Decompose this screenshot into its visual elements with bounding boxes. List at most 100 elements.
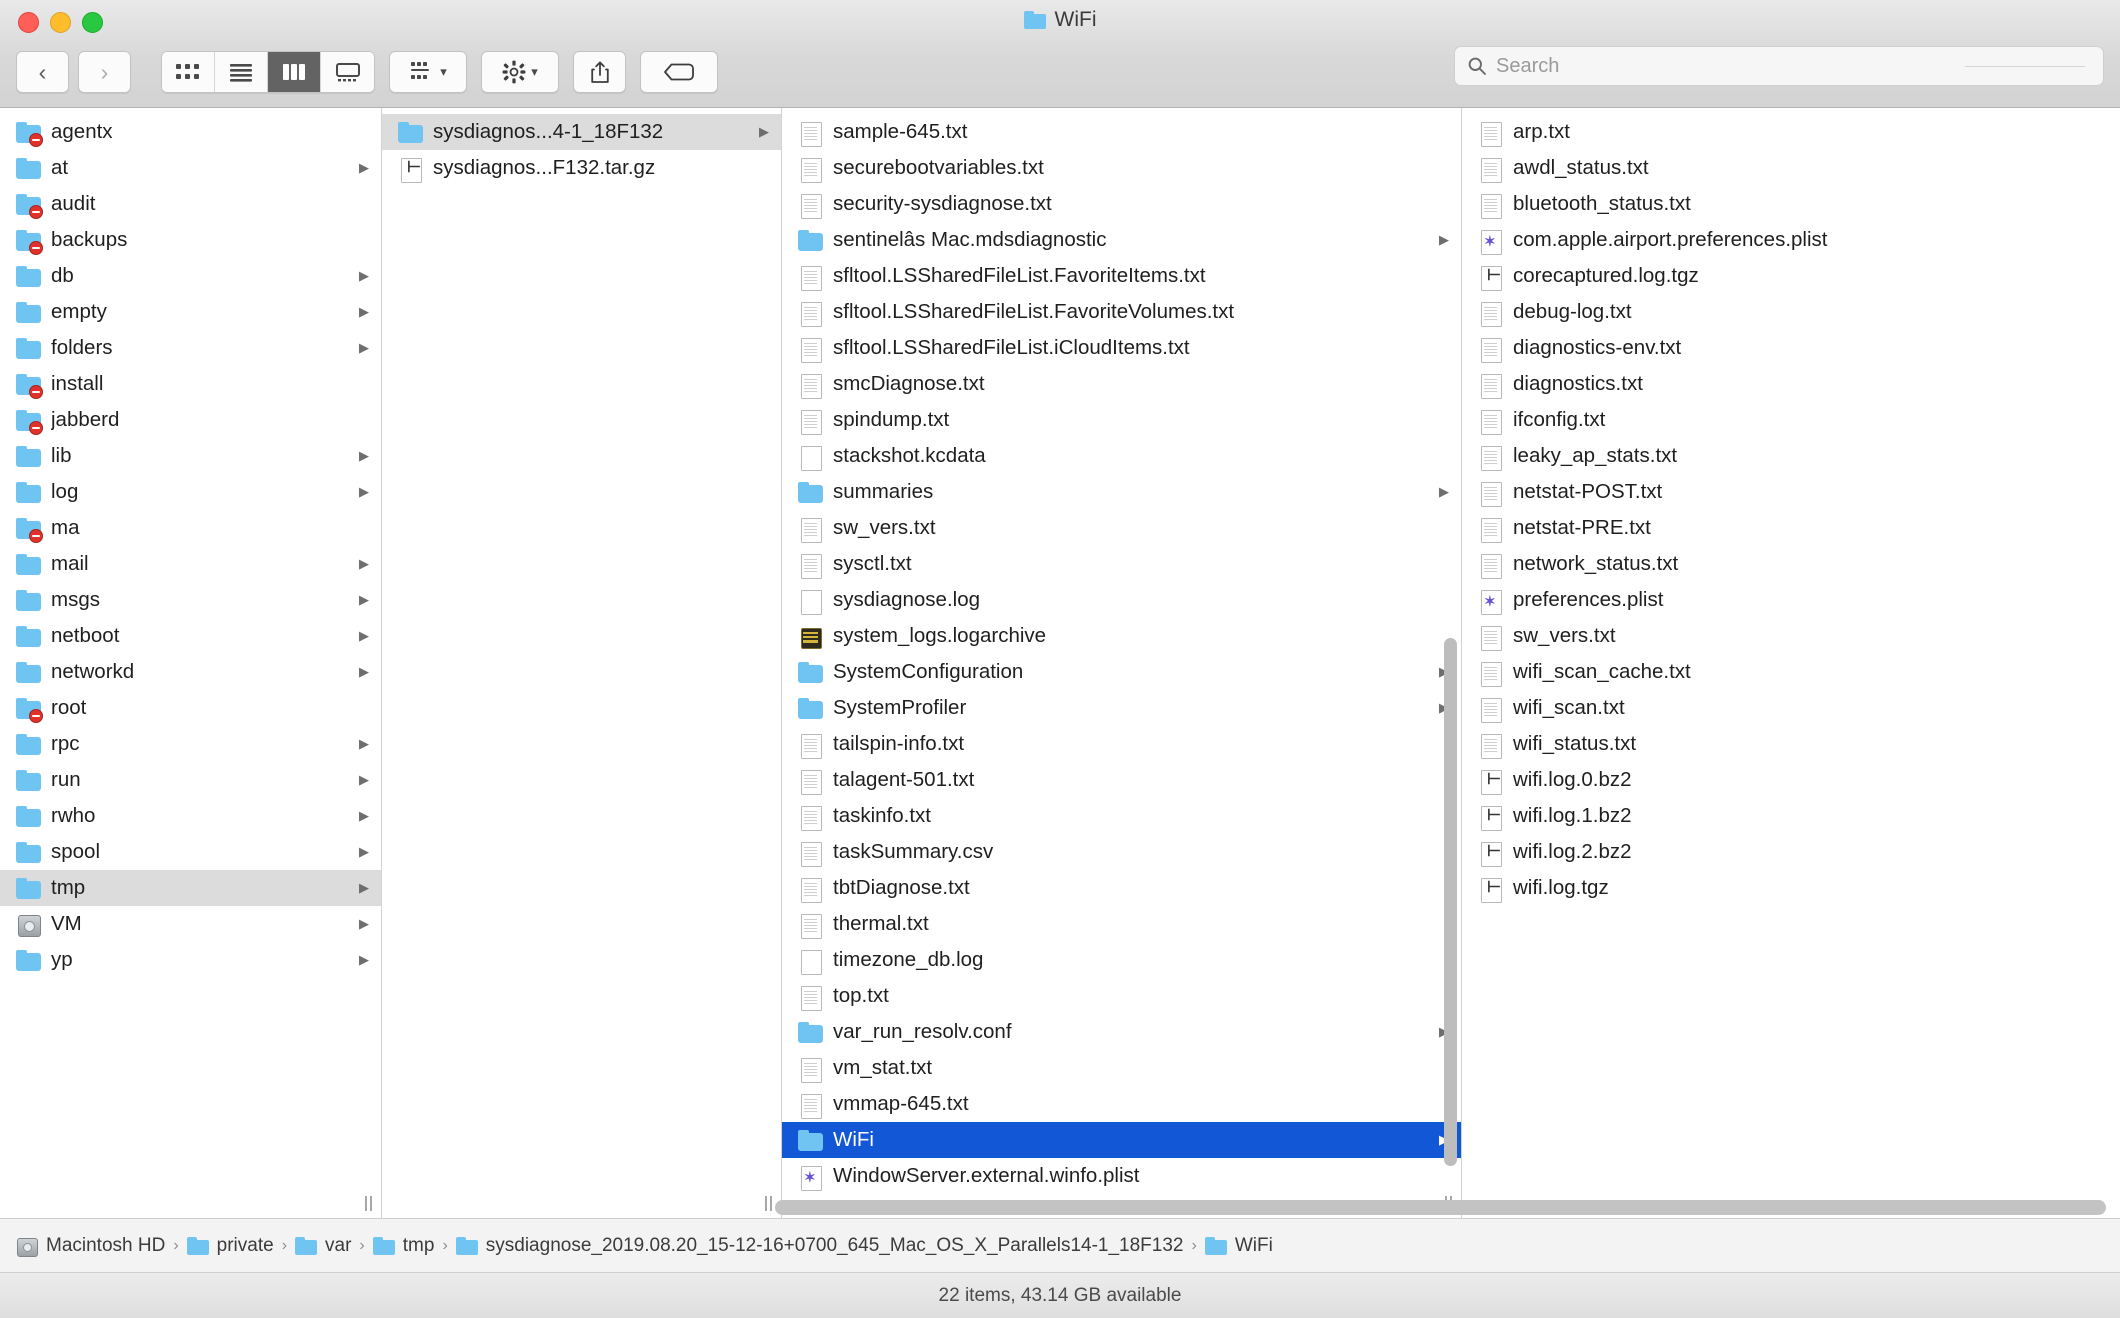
list-item[interactable]: system_logs.logarchive (782, 618, 1461, 654)
list-item[interactable]: at ▶ (0, 150, 381, 186)
list-item[interactable]: rpc ▶ (0, 726, 381, 762)
list-item[interactable]: ifconfig.txt (1462, 402, 2120, 438)
list-view-button[interactable] (215, 52, 268, 92)
list-item[interactable]: ⊢ wifi.log.1.bz2 (1462, 798, 2120, 834)
list-item[interactable]: taskSummary.csv (782, 834, 1461, 870)
list-item[interactable]: wifi_status.txt (1462, 726, 2120, 762)
breadcrumb-item[interactable]: var (295, 1235, 351, 1257)
list-item[interactable]: netstat-POST.txt (1462, 474, 2120, 510)
column-var[interactable]: agentx at ▶ audit backups db ▶ empty ▶ folders ▶ in… (0, 108, 382, 1218)
list-item[interactable]: SystemConfiguration▶ (782, 654, 1461, 690)
column-tmp[interactable]: sysdiagnos...4-1_18F132 ▶ ⊢ sysdiagnos...F1… (382, 108, 782, 1218)
column-view-button[interactable] (268, 52, 321, 92)
gallery-view-button[interactable] (321, 52, 374, 92)
breadcrumb-item[interactable]: sysdiagnose_2019.08.20_15-12-16+0700_645… (455, 1235, 1184, 1257)
list-item[interactable]: netstat-PRE.txt (1462, 510, 2120, 546)
list-item[interactable]: ✶ preferences.plist (1462, 582, 2120, 618)
forward-button[interactable]: › (78, 51, 131, 93)
list-item[interactable]: db ▶ (0, 258, 381, 294)
list-item[interactable]: ma (0, 510, 381, 546)
list-item[interactable]: msgs ▶ (0, 582, 381, 618)
back-button[interactable]: ‹ (16, 51, 69, 93)
list-item[interactable]: run ▶ (0, 762, 381, 798)
list-item[interactable]: security-sysdiagnose.txt (782, 186, 1461, 222)
breadcrumb-item[interactable]: Macintosh HD (16, 1235, 165, 1257)
tags-button[interactable] (640, 51, 718, 93)
list-item[interactable]: leaky_ap_stats.txt (1462, 438, 2120, 474)
list-item[interactable]: stackshot.kcdata (782, 438, 1461, 474)
list-item[interactable]: taskinfo.txt (782, 798, 1461, 834)
list-item[interactable]: VM ▶ (0, 906, 381, 942)
breadcrumb-item[interactable]: private (186, 1235, 274, 1257)
list-item[interactable]: spool ▶ (0, 834, 381, 870)
list-item[interactable]: lib ▶ (0, 438, 381, 474)
search-field[interactable]: Search (1454, 46, 2104, 86)
list-item[interactable]: debug-log.txt (1462, 294, 2120, 330)
icon-view-button[interactable] (162, 52, 215, 92)
list-item[interactable]: sentinelâs Mac.mdsdiagnostic ▶ (782, 222, 1461, 258)
list-item[interactable]: sw_vers.txt (782, 510, 1461, 546)
list-item[interactable]: sample-645.txt (782, 114, 1461, 150)
list-item[interactable]: var_run_resolv.conf▶ (782, 1014, 1461, 1050)
list-item[interactable]: SystemProfiler▶ (782, 690, 1461, 726)
list-item[interactable]: smcDiagnose.txt (782, 366, 1461, 402)
list-item[interactable]: tbtDiagnose.txt (782, 870, 1461, 906)
list-item[interactable]: ⊢ wifi.log.2.bz2 (1462, 834, 2120, 870)
list-item[interactable]: talagent-501.txt (782, 762, 1461, 798)
column-vertical-scrollbar[interactable] (1444, 638, 1457, 1166)
list-item[interactable]: thermal.txt (782, 906, 1461, 942)
list-item[interactable]: sysctl.txt (782, 546, 1461, 582)
list-item[interactable]: ✶ WindowServer.external.winfo.plist (782, 1158, 1461, 1194)
list-item[interactable]: vmmap-645.txt (782, 1086, 1461, 1122)
list-item[interactable]: wifi_scan.txt (1462, 690, 2120, 726)
list-item[interactable]: audit (0, 186, 381, 222)
list-item[interactable]: arp.txt (1462, 114, 2120, 150)
list-item[interactable]: backups (0, 222, 381, 258)
list-item[interactable]: sysdiagnose.log (782, 582, 1461, 618)
list-item[interactable]: ⊢ wifi.log.tgz (1462, 870, 2120, 906)
list-item[interactable]: sfltool.LSSharedFileList.FavoriteItems.t… (782, 258, 1461, 294)
group-by-button[interactable]: ▾ (389, 51, 467, 93)
list-item[interactable]: networkd ▶ (0, 654, 381, 690)
list-item[interactable]: agentx (0, 114, 381, 150)
list-item[interactable]: empty ▶ (0, 294, 381, 330)
list-item[interactable]: network_status.txt (1462, 546, 2120, 582)
list-item[interactable]: summaries ▶ (782, 474, 1461, 510)
horizontal-scrollbar[interactable] (775, 1200, 2106, 1215)
list-item[interactable]: sfltool.LSSharedFileList.iCloudItems.txt (782, 330, 1461, 366)
list-item[interactable]: netboot ▶ (0, 618, 381, 654)
list-item[interactable]: timezone_db.log (782, 942, 1461, 978)
list-item[interactable]: mail ▶ (0, 546, 381, 582)
list-item[interactable]: rwho ▶ (0, 798, 381, 834)
list-item[interactable]: WiFi▶ (782, 1122, 1461, 1158)
list-item[interactable]: sysdiagnos...4-1_18F132 ▶ (382, 114, 781, 150)
list-item[interactable]: securebootvariables.txt (782, 150, 1461, 186)
list-item[interactable]: tmp ▶ (0, 870, 381, 906)
column-sysdiagnose[interactable]: sample-645.txt securebootvariables.txt sec… (782, 108, 1462, 1218)
column-resize-grip[interactable] (361, 1194, 375, 1212)
share-button[interactable] (573, 51, 626, 93)
list-item[interactable]: top.txt (782, 978, 1461, 1014)
breadcrumb-item[interactable]: WiFi (1204, 1235, 1273, 1257)
list-item[interactable]: diagnostics.txt (1462, 366, 2120, 402)
action-menu-button[interactable]: ▾ (481, 51, 559, 93)
list-item[interactable]: jabberd (0, 402, 381, 438)
column-wifi[interactable]: arp.txt awdl_status.txt bluetooth_status.t… (1462, 108, 2120, 1218)
list-item[interactable]: log ▶ (0, 474, 381, 510)
list-item[interactable]: vm_stat.txt (782, 1050, 1461, 1086)
list-item[interactable]: diagnostics-env.txt (1462, 330, 2120, 366)
list-item[interactable]: install (0, 366, 381, 402)
list-item[interactable]: tailspin-info.txt (782, 726, 1461, 762)
breadcrumb-item[interactable]: tmp (372, 1235, 434, 1257)
list-item[interactable]: wifi_scan_cache.txt (1462, 654, 2120, 690)
list-item[interactable]: folders ▶ (0, 330, 381, 366)
list-item[interactable]: bluetooth_status.txt (1462, 186, 2120, 222)
list-item[interactable]: root (0, 690, 381, 726)
list-item[interactable]: sw_vers.txt (1462, 618, 2120, 654)
column-resize-grip[interactable] (761, 1194, 775, 1212)
list-item[interactable]: ✶ com.apple.airport.preferences.plist (1462, 222, 2120, 258)
list-item[interactable]: ⊢ wifi.log.0.bz2 (1462, 762, 2120, 798)
list-item[interactable]: ⊢ sysdiagnos...F132.tar.gz (382, 150, 781, 186)
list-item[interactable]: sfltool.LSSharedFileList.FavoriteVolumes… (782, 294, 1461, 330)
list-item[interactable]: awdl_status.txt (1462, 150, 2120, 186)
